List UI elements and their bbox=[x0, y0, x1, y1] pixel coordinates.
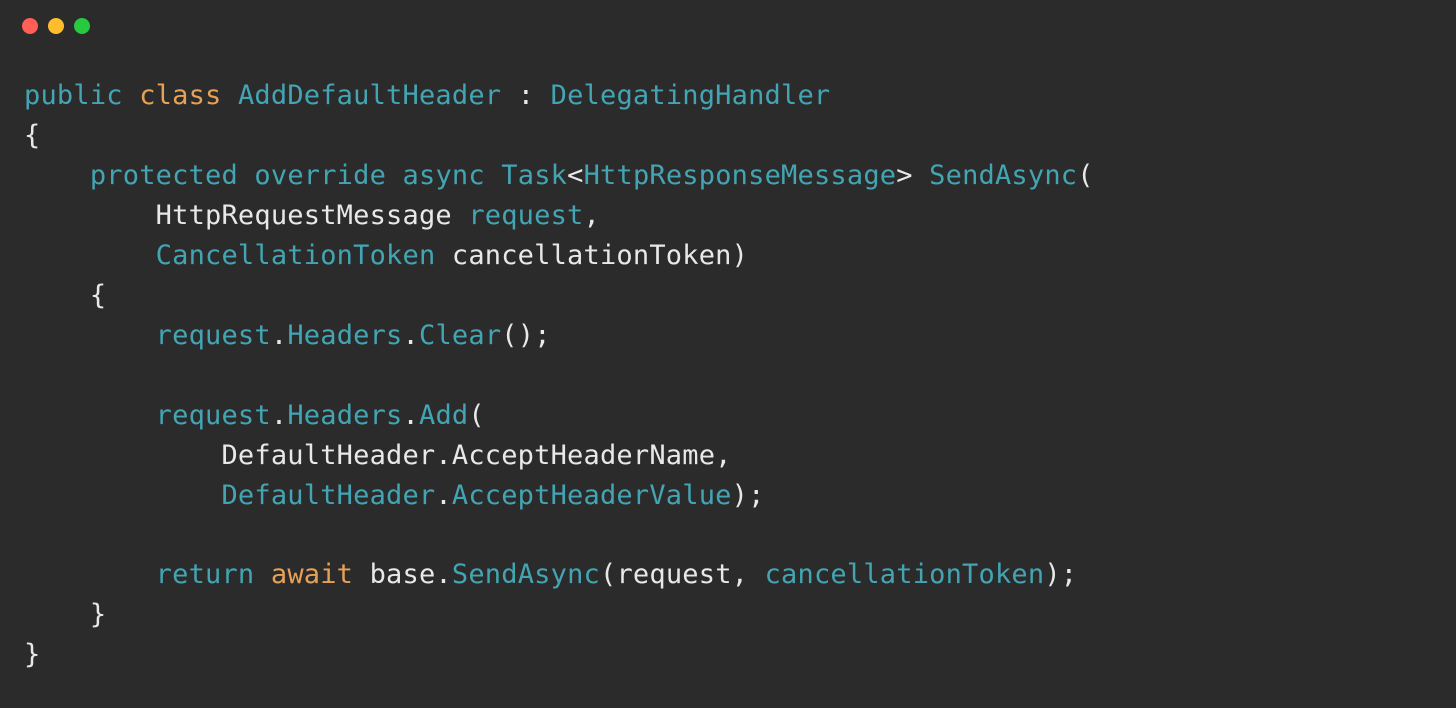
code-line-7: request.Headers.Clear(); bbox=[24, 320, 551, 351]
code-line-5: CancellationToken cancellationToken) bbox=[24, 240, 748, 271]
punct-dot: . bbox=[435, 440, 451, 471]
ident-defaultheader: DefaultHeader bbox=[221, 440, 435, 471]
maximize-icon[interactable] bbox=[74, 18, 90, 34]
punct-lt: < bbox=[567, 160, 583, 191]
code-line-6: { bbox=[24, 280, 106, 311]
type-adddefaultheader: AddDefaultHeader bbox=[238, 80, 501, 111]
ident-headers: Headers bbox=[287, 400, 402, 431]
code-line-11: DefaultHeader.AcceptHeaderValue); bbox=[24, 480, 765, 511]
punct-gt: > bbox=[896, 160, 929, 191]
punct-colon: : bbox=[501, 80, 550, 111]
punct-paren-open: ( bbox=[1077, 160, 1093, 191]
punct-comma: , bbox=[715, 440, 731, 471]
keyword-async: async bbox=[403, 160, 485, 191]
type-task: Task bbox=[501, 160, 567, 191]
type-httpresponsemessage: HttpResponseMessage bbox=[584, 160, 897, 191]
punct-comma: , bbox=[584, 200, 600, 231]
keyword-public: public bbox=[24, 80, 123, 111]
param-request: request bbox=[468, 200, 583, 231]
punct-dot: . bbox=[403, 400, 419, 431]
window-titlebar bbox=[0, 0, 1456, 42]
punct-close: ); bbox=[1044, 559, 1077, 590]
method-sendasync: SendAsync bbox=[929, 160, 1077, 191]
ident-acceptheadername: AcceptHeaderName bbox=[452, 440, 715, 471]
param-cancellationtoken: cancellationToken bbox=[435, 240, 731, 271]
close-icon[interactable] bbox=[22, 18, 38, 34]
code-window: public class AddDefaultHeader : Delegati… bbox=[0, 0, 1456, 708]
arg-cancellationtoken: cancellationToken bbox=[765, 559, 1045, 590]
keyword-override: override bbox=[254, 160, 386, 191]
indent bbox=[24, 160, 90, 191]
ident-acceptheadervalue: AcceptHeaderValue bbox=[452, 480, 732, 511]
brace-open: { bbox=[24, 120, 40, 151]
code-line-3: protected override async Task<HttpRespon… bbox=[24, 160, 1094, 191]
punct-dot: . bbox=[271, 400, 287, 431]
ident-request: request bbox=[156, 320, 271, 351]
ident-base: base bbox=[353, 559, 435, 590]
code-line-9: request.Headers.Add( bbox=[24, 400, 485, 431]
indent bbox=[24, 280, 90, 311]
ident-headers: Headers bbox=[287, 320, 402, 351]
keyword-return: return bbox=[156, 559, 255, 590]
type-delegatinghandler: DelegatingHandler bbox=[551, 80, 831, 111]
indent bbox=[24, 480, 221, 511]
brace-close: } bbox=[24, 639, 40, 670]
keyword-await: await bbox=[271, 559, 353, 590]
punct-dot: . bbox=[403, 320, 419, 351]
method-sendasync: SendAsync bbox=[452, 559, 600, 590]
indent bbox=[24, 440, 221, 471]
indent bbox=[24, 200, 156, 231]
method-clear: Clear bbox=[419, 320, 501, 351]
minimize-icon[interactable] bbox=[48, 18, 64, 34]
indent bbox=[24, 240, 156, 271]
code-line-10: DefaultHeader.AcceptHeaderName, bbox=[24, 440, 732, 471]
indent bbox=[24, 320, 156, 351]
punct-paren-open: ( bbox=[600, 559, 616, 590]
indent bbox=[24, 599, 90, 630]
method-add: Add bbox=[419, 400, 468, 431]
code-block: public class AddDefaultHeader : Delegati… bbox=[0, 42, 1456, 699]
ident-defaultheader: DefaultHeader bbox=[221, 480, 435, 511]
indent bbox=[24, 559, 156, 590]
punct-comma: , bbox=[732, 559, 765, 590]
punct-close: ); bbox=[732, 480, 765, 511]
ident-request: request bbox=[156, 400, 271, 431]
code-line-1: public class AddDefaultHeader : Delegati… bbox=[24, 80, 830, 111]
punct-dot: . bbox=[435, 559, 451, 590]
brace-open-method: { bbox=[90, 280, 106, 311]
punct-paren-open: ( bbox=[468, 400, 484, 431]
keyword-class: class bbox=[139, 80, 221, 111]
arg-request: request bbox=[616, 559, 731, 590]
indent bbox=[24, 400, 156, 431]
code-line-13: return await base.SendAsync(request, can… bbox=[24, 559, 1077, 590]
brace-close-method: } bbox=[90, 599, 106, 630]
punct-dot: . bbox=[435, 480, 451, 511]
keyword-protected: protected bbox=[90, 160, 238, 191]
type-cancellationtoken: CancellationToken bbox=[156, 240, 436, 271]
punct-call: (); bbox=[501, 320, 550, 351]
punct-dot: . bbox=[271, 320, 287, 351]
code-line-4: HttpRequestMessage request, bbox=[24, 200, 600, 231]
punct-paren-close: ) bbox=[732, 240, 748, 271]
type-httprequestmessage: HttpRequestMessage bbox=[156, 200, 469, 231]
code-line-14: } bbox=[24, 599, 106, 630]
